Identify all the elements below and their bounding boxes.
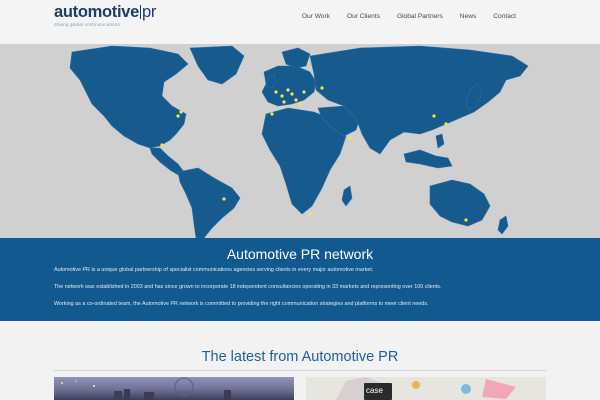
logo[interactable]: automotive pr driving global communicatio… xyxy=(54,3,157,28)
divider xyxy=(54,370,546,371)
network-title: Automotive PR network xyxy=(226,246,374,262)
network-paragraph: Working as a co-ordinated team, the Auto… xyxy=(54,301,429,307)
case-text: case xyxy=(366,386,383,395)
network-paragraph: The network was established in 2003 and … xyxy=(54,284,442,290)
logo-wordmark: automotive pr xyxy=(54,3,157,21)
site-header: automotive pr driving global communicatio… xyxy=(0,0,600,44)
news-thumbnail[interactable]: case xyxy=(306,377,546,400)
nav-contact[interactable]: Contact xyxy=(493,13,516,20)
nav-our-clients[interactable]: Our Clients xyxy=(347,13,380,20)
news-thumbnail[interactable] xyxy=(54,377,294,400)
network-section: Automotive PR network Automotive PR is a… xyxy=(0,238,600,321)
nav-news[interactable]: News xyxy=(460,13,477,20)
network-paragraph: Automotive PR is a unique global partner… xyxy=(54,267,374,273)
nav-global-partners[interactable]: Global Partners xyxy=(397,13,443,20)
latest-title: The latest from Automotive PR xyxy=(201,349,399,365)
world-map xyxy=(0,44,600,238)
main-nav: Our Work Our Clients Global Partners New… xyxy=(302,13,516,20)
logo-tagline: driving global communications xyxy=(54,22,120,27)
case-study-image: case xyxy=(306,377,546,400)
latest-section: The latest from Automotive PR case xyxy=(0,321,600,400)
nav-our-work[interactable]: Our Work xyxy=(302,13,330,20)
city-skyline-image xyxy=(61,377,231,400)
world-map-graphic xyxy=(69,45,529,238)
